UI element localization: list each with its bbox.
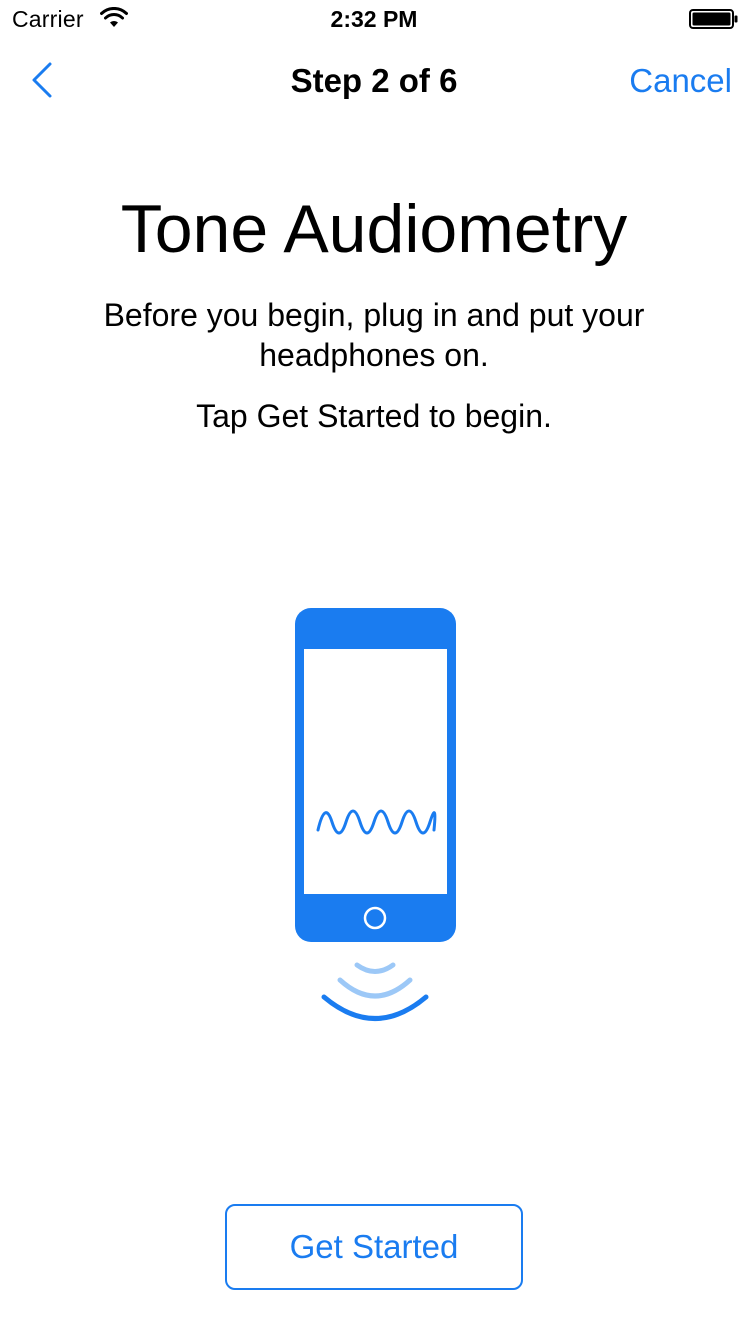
battery-icon xyxy=(689,9,738,29)
instruction-text: Before you begin, plug in and put your h… xyxy=(103,297,645,373)
navigation-bar: Step 2 of 6 Cancel xyxy=(0,40,748,128)
cancel-button[interactable]: Cancel xyxy=(629,62,732,100)
page-title: Tone Audiometry xyxy=(120,191,628,267)
status-time: 2:32 PM xyxy=(330,6,418,32)
phone-with-sound-wave-illustration xyxy=(295,608,456,1021)
phone-icon xyxy=(295,608,456,942)
status-bar: Carrier 2:32 PM xyxy=(0,0,748,40)
get-started-button[interactable]: Get Started xyxy=(225,1204,523,1290)
vibration-waves-icon xyxy=(321,962,429,1021)
tap-instruction-text: Tap Get Started to begin. xyxy=(196,398,552,434)
